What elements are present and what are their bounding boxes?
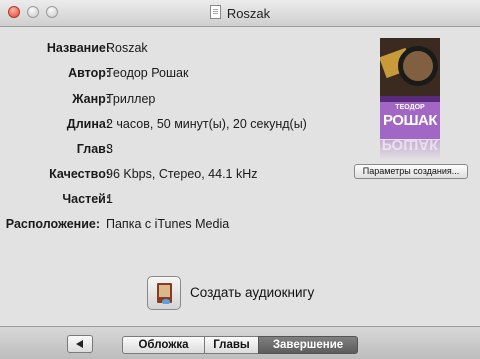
cover-reflection: РОШАК (380, 140, 440, 160)
info-label: Длина: (66, 117, 110, 131)
create-audiobook-button[interactable] (147, 276, 181, 310)
creation-settings-button[interactable]: Параметры создания... (354, 164, 468, 179)
info-value: Теодор Рошак (106, 66, 189, 80)
info-value: Папка с iTunes Media (106, 217, 230, 231)
info-value: 2 часов, 50 минут(ы), 20 секунд(ы) (106, 117, 307, 131)
info-label: Глав: (76, 142, 110, 156)
document-icon (209, 5, 221, 19)
window-title: Roszak (226, 6, 271, 21)
cover-reflection-text: РОШАК (381, 140, 439, 153)
info-label: Автор: (68, 66, 110, 80)
window-title-area: Roszak (0, 5, 480, 21)
info-value: Триллер (106, 92, 156, 106)
info-value: 96 Kbps, Стерео, 44.1 kHz (106, 167, 258, 181)
info-value: Roszak (106, 41, 148, 55)
cover-title: РОШАК (382, 112, 438, 129)
audiobook-icon (157, 283, 172, 304)
tab-cover[interactable]: Обложка (122, 336, 205, 354)
app-window: Roszak Название: Roszak Автор: Теодор Ро… (0, 0, 480, 359)
tab-chapters[interactable]: Главы (204, 336, 259, 354)
title-bar: Roszak (0, 0, 480, 27)
cover-illustration (380, 38, 440, 96)
info-label: Расположение: (5, 217, 100, 231)
info-value: 1 (106, 192, 113, 206)
info-label: Жанр: (72, 92, 110, 106)
info-label: Название: (46, 41, 110, 55)
tab-finish[interactable]: Завершение (258, 336, 358, 354)
cover-author: ТЕОДОР (395, 104, 425, 111)
create-audiobook-label[interactable]: Создать аудиокнигу (190, 285, 314, 300)
info-label: Частей: (62, 192, 110, 206)
back-button[interactable] (67, 335, 93, 353)
info-value: 3 (106, 142, 113, 156)
info-label: Качество: (49, 167, 110, 181)
create-audiobook[interactable]: Создать аудиокнигу (147, 276, 347, 310)
cover-artwork: ТЕОДОР РОШАК (380, 38, 440, 139)
